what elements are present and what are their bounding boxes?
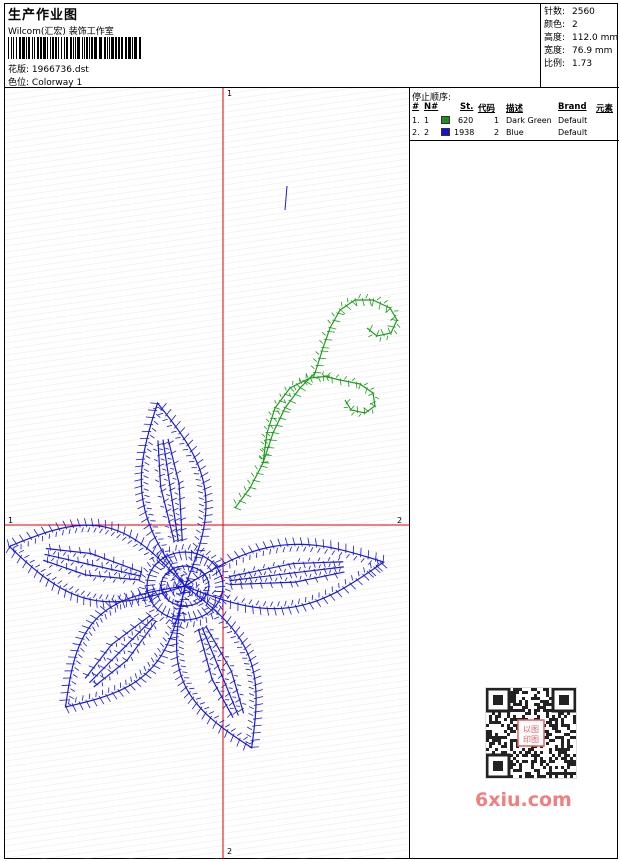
colorway-label: 色位: [8,78,30,88]
page-title: 生产作业图 [8,8,79,23]
axis-label-right: 2 [397,516,403,525]
stat-width: 宽度: 76.9 mm [544,46,612,57]
row-stitches: 1938 [454,128,475,137]
col-header-description: 描述 [506,104,524,114]
stat-value: 1.73 [572,59,593,69]
col-header-code: 代码 [478,104,496,114]
axis-label-top: 1 [227,89,233,98]
stat-label: 颜色: [544,20,566,30]
stat-label: 比例: [544,59,566,69]
colorway-name: Colorway 1 [31,78,83,88]
watermark-text: 6xiu.com [475,789,572,811]
embroidery-design [5,88,410,859]
stat-height: 高度: 112.0 mm [544,33,618,44]
row-code: 2 [494,128,500,137]
jump-stitch [284,185,288,211]
stat-value: 2 [572,20,578,30]
table-row: 1. 1 620 1 Dark Green Default [410,116,619,128]
col-header-stitches: St. [460,102,474,112]
row-index: 2. [412,128,420,137]
design-file-line: 花版: 1966736.dst [8,62,89,75]
row-stitches: 620 [458,116,474,125]
row-brand: Default [558,116,588,125]
stat-label: 高度: [544,33,566,43]
stat-value: 112.0 mm [572,33,619,43]
green-stem-tendrils [233,293,401,511]
stat-color-count: 颜色: 2 [544,20,578,31]
col-header-needle: N# [424,102,439,112]
thread-color-swatch [441,128,450,136]
stat-value: 76.9 mm [572,46,613,56]
row-code: 1 [494,116,500,125]
stat-label: 针数: [544,7,566,17]
embroidery-design-canvas: 1 2 1 2 [5,88,410,859]
thread-color-swatch [441,116,450,124]
table-row: 2. 2 1938 2 Blue Default [410,128,619,140]
col-header-brand: Brand [558,102,587,112]
row-description: Dark Green [506,116,552,125]
stat-value: 2560 [572,7,595,17]
header-info-panel: 生产作业图 Wilcom(汇宏) 装饰工作室 花版: 1966736.dst 色… [5,4,541,88]
col-header-index: # [412,102,420,112]
barcode-icon [8,37,141,59]
qr-code-icon: 以图 印图 [485,687,577,779]
design-file-name: 1966736.dst [31,65,89,75]
svg-text:以图: 以图 [523,725,539,734]
row-needle: 1 [424,116,430,125]
design-label: 花版: [8,65,30,75]
svg-text:印图: 印图 [523,735,539,744]
stat-stitch-count: 针数: 2560 [544,7,595,18]
blue-flower [5,401,388,751]
axis-label-left: 1 [8,516,14,525]
design-stats-panel: 针数: 2560 颜色: 2 高度: 112.0 mm 宽度: 76.9 mm 比例: 1… [541,4,619,88]
row-index: 1. [412,116,420,125]
production-worksheet: 生产作业图 Wilcom(汇宏) 装饰工作室 花版: 1966736.dst 色… [4,3,619,859]
col-header-element: 元素 [596,104,614,114]
row-needle: 2 [424,128,430,137]
company-name: Wilcom(汇宏) 装饰工作室 [8,27,114,37]
colorway-line: 色位: Colorway 1 [8,75,82,88]
stat-scale: 比例: 1.73 [544,59,592,70]
stop-sequence-panel: 停止顺序: # N# St. 代码 描述 Brand 元素 1. 1 620 1… [410,88,619,141]
stat-label: 宽度: [544,46,566,56]
row-brand: Default [558,128,588,137]
row-description: Blue [506,128,524,137]
axis-label-bottom: 2 [227,847,233,856]
watermark: 以图 印图 6xiu.com [471,681,589,821]
